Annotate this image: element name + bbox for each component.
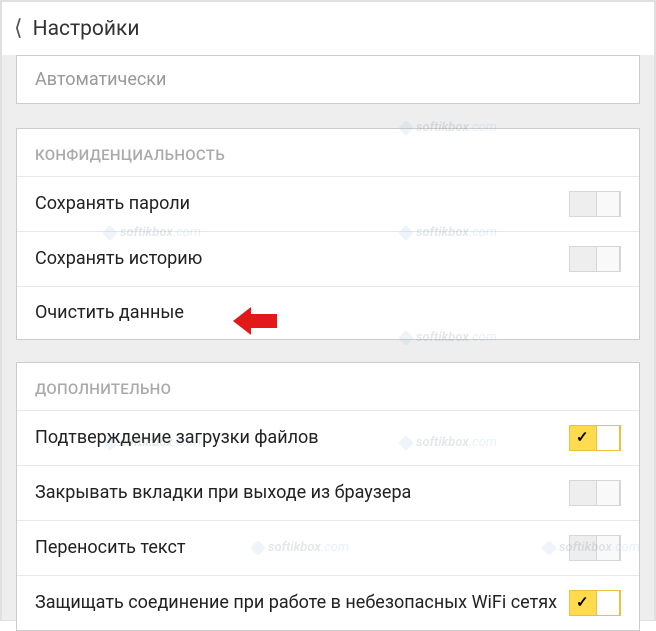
wrap-text-row[interactable]: Переносить текст ✓ [17, 520, 639, 575]
page-title: Настройки [33, 17, 140, 41]
wrap-text-toggle[interactable]: ✓ [569, 535, 621, 561]
save-history-label: Сохранять историю [35, 247, 212, 271]
check-icon: ✓ [576, 593, 589, 611]
save-passwords-row[interactable]: Сохранять пароли ✓ [17, 176, 639, 231]
close-tabs-toggle[interactable]: ✓ [569, 480, 621, 506]
auto-option-label: Автоматически [35, 69, 166, 90]
protect-wifi-row[interactable]: Защищать соединение при работе в небезоп… [17, 575, 639, 630]
toggle-knob [596, 481, 620, 505]
auto-option-row[interactable]: Автоматически [16, 55, 640, 104]
content-area: Автоматически КОНФИДЕНЦИАЛЬНОСТЬ Сохраня… [2, 55, 654, 620]
settings-screen: ⟨ Настройки Автоматически КОНФИДЕНЦИАЛЬН… [0, 0, 656, 621]
save-passwords-label: Сохранять пароли [35, 192, 200, 216]
wrap-text-label: Переносить текст [35, 536, 196, 560]
header: ⟨ Настройки [2, 2, 654, 55]
additional-section-title: ДОПОЛНИТЕЛЬНО [17, 363, 639, 410]
toggle-knob [596, 536, 620, 560]
toggle-knob [596, 591, 620, 615]
confirm-downloads-label: Подтверждение загрузки файлов [35, 426, 329, 450]
check-icon: ✓ [576, 428, 589, 446]
protect-wifi-toggle[interactable]: ✓ [569, 590, 621, 616]
toggle-knob [596, 247, 620, 271]
close-tabs-row[interactable]: Закрывать вкладки при выходе из браузера… [17, 465, 639, 520]
save-passwords-toggle[interactable]: ✓ [569, 191, 621, 217]
back-icon[interactable]: ⟨ [14, 16, 23, 41]
privacy-section: КОНФИДЕНЦИАЛЬНОСТЬ Сохранять пароли ✓ Со… [16, 128, 640, 340]
additional-section: ДОПОЛНИТЕЛЬНО Подтверждение загрузки фай… [16, 362, 640, 631]
save-history-row[interactable]: Сохранять историю ✓ [17, 231, 639, 286]
save-history-toggle[interactable]: ✓ [569, 246, 621, 272]
close-tabs-label: Закрывать вкладки при выходе из браузера [35, 481, 421, 505]
protect-wifi-label: Защищать соединение при работе в небезоп… [35, 591, 567, 615]
toggle-knob [596, 426, 620, 450]
toggle-knob [596, 192, 620, 216]
confirm-downloads-row[interactable]: Подтверждение загрузки файлов ✓ [17, 410, 639, 465]
clear-data-row[interactable]: Очистить данные [17, 286, 639, 339]
confirm-downloads-toggle[interactable]: ✓ [569, 425, 621, 451]
clear-data-label: Очистить данные [35, 301, 194, 325]
privacy-section-title: КОНФИДЕНЦИАЛЬНОСТЬ [17, 129, 639, 176]
